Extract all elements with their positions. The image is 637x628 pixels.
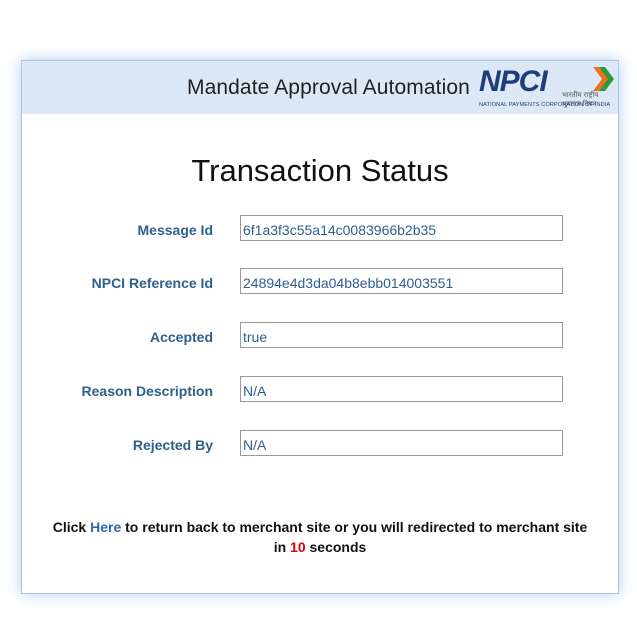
reason-description-row: Reason Description [22, 376, 618, 409]
npci-reference-id-label: NPCI Reference Id [91, 275, 213, 291]
message-id-label: Message Id [137, 222, 213, 238]
redirect-line-1: Click Here to return back to merchant si… [22, 517, 618, 537]
transaction-status-card: Mandate Approval Automation NPCI भारतीय … [21, 60, 619, 594]
reason-description-field[interactable] [240, 376, 563, 402]
logo-subtitle: NATIONAL PAYMENTS CORPORATION OF INDIA [479, 102, 611, 108]
seconds-label: seconds [309, 539, 367, 555]
accepted-label: Accepted [149, 329, 213, 345]
redirect-middle: to return back to merchant site or you w… [125, 519, 588, 535]
accepted-row: Accepted [22, 322, 618, 355]
app-title: Mandate Approval Automation [187, 76, 470, 99]
svg-text:NPCI: NPCI [479, 65, 548, 98]
npci-reference-id-row: NPCI Reference Id [22, 268, 618, 301]
redirect-in: in [273, 539, 287, 555]
redirect-notice: Click Here to return back to merchant si… [22, 517, 618, 557]
here-link[interactable]: Here [90, 519, 121, 535]
page-title: Transaction Status [191, 153, 449, 188]
message-id-field[interactable] [240, 215, 563, 241]
countdown-seconds: 10 [290, 539, 306, 555]
message-id-row: Message Id [22, 215, 618, 248]
rejected-by-row: Rejected By [22, 430, 618, 463]
redirect-line-2: in 10 seconds [22, 537, 618, 557]
reason-description-label: Reason Description [81, 383, 213, 399]
rejected-by-field[interactable] [240, 430, 563, 456]
header-bar: Mandate Approval Automation NPCI भारतीय … [22, 61, 618, 114]
rejected-by-label: Rejected By [132, 437, 213, 453]
redirect-prefix: Click [52, 519, 87, 535]
accepted-field[interactable] [240, 322, 563, 348]
npci-reference-id-field[interactable] [240, 268, 563, 294]
